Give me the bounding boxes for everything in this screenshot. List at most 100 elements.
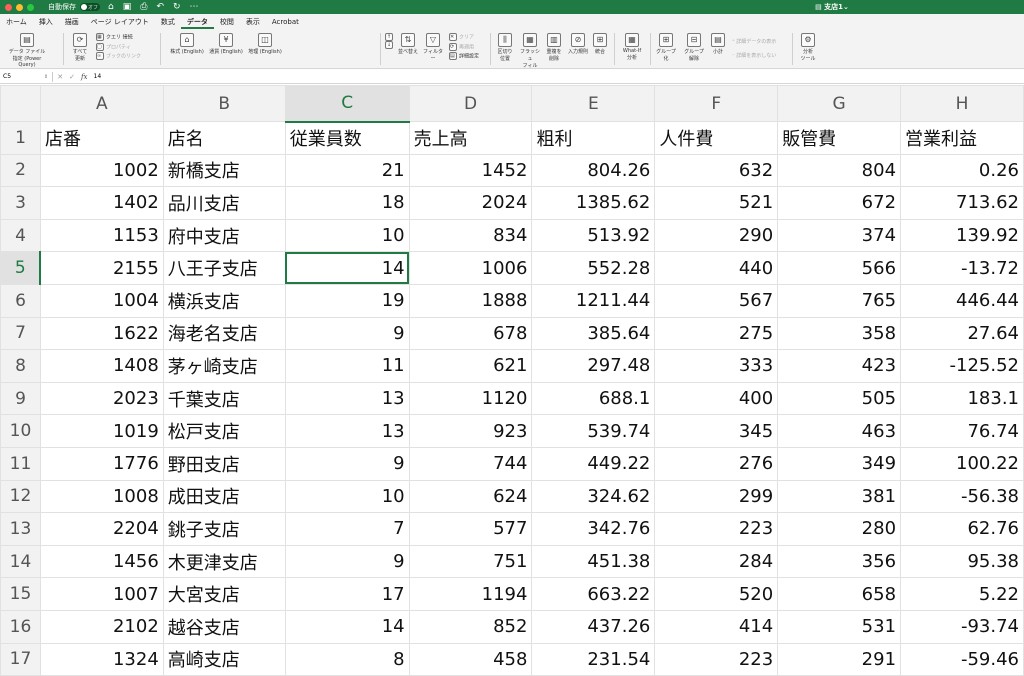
cell-g16[interactable]: 531 [777, 609, 902, 644]
autosave-toggle[interactable]: オフ [80, 3, 100, 11]
cell-e10[interactable]: 539.74 [531, 414, 656, 448]
cell-e9[interactable]: 688.1 [531, 381, 656, 416]
column-header-g[interactable]: G [777, 85, 902, 122]
group-button[interactable]: ⊞ グループ 化 [654, 33, 678, 62]
column-header-h[interactable]: H [900, 85, 1024, 122]
cell-a14[interactable]: 1456 [39, 544, 164, 579]
cell-g3[interactable]: 672 [777, 186, 902, 220]
hide-detail-button[interactable]: ⁻ 詳細を表示しない [732, 49, 776, 63]
cell-f7[interactable]: 275 [654, 316, 779, 351]
analysis-tools-button[interactable]: ⚙ 分析 ツール [798, 33, 818, 62]
cell-c12[interactable]: 10 [284, 479, 410, 514]
column-header-e[interactable]: E [531, 85, 656, 122]
select-all-corner[interactable] [0, 85, 41, 122]
sort-az-button[interactable]: ↑ ↓ [384, 33, 396, 49]
cell-f13[interactable]: 223 [654, 512, 779, 546]
column-header-b[interactable]: B [162, 85, 286, 122]
cell-d11[interactable]: 744 [408, 446, 533, 481]
cell-c11[interactable]: 9 [284, 446, 410, 481]
cell-d17[interactable]: 458 [408, 642, 533, 676]
cell-g6[interactable]: 765 [777, 283, 902, 318]
cell-f2[interactable]: 632 [654, 153, 779, 188]
ungroup-button[interactable]: ⊟ グループ 解除 [682, 33, 706, 62]
queries-connections-button[interactable]: ▦ クエリ 接続 [96, 33, 141, 43]
cell-d4[interactable]: 834 [408, 218, 533, 253]
cell-b9[interactable]: 千葉支店 [162, 381, 286, 416]
cell-c17[interactable]: 8 [284, 642, 410, 676]
currencies-button[interactable]: ¥ 通貨 (English) [208, 33, 244, 55]
cell-h17[interactable]: -59.46 [900, 642, 1024, 676]
cell-e4[interactable]: 513.92 [531, 218, 656, 253]
home-icon[interactable]: ⌂ [108, 2, 114, 12]
cell-h3[interactable]: 713.62 [900, 186, 1024, 220]
advanced-filter-button[interactable]: ▤ 詳細設定 [449, 52, 479, 62]
edit-links-button[interactable]: ∞ ブックのリンク [96, 52, 141, 62]
cell-e13[interactable]: 342.76 [531, 512, 656, 546]
cell-h5[interactable]: -13.72 [900, 251, 1024, 285]
cancel-icon[interactable]: ✕ [57, 73, 63, 81]
cell-h12[interactable]: -56.38 [900, 479, 1024, 514]
cell-g12[interactable]: 381 [777, 479, 902, 514]
cell-g13[interactable]: 280 [777, 512, 902, 546]
cell-b14[interactable]: 木更津支店 [162, 544, 286, 579]
cell-f14[interactable]: 284 [654, 544, 779, 579]
cell-e1[interactable]: 粗利 [531, 121, 656, 155]
cell-a8[interactable]: 1408 [39, 349, 164, 383]
cell-h10[interactable]: 76.74 [900, 414, 1024, 448]
row-header[interactable]: 7 [0, 316, 41, 351]
cell-f10[interactable]: 345 [654, 414, 779, 448]
row-header[interactable]: 2 [0, 153, 41, 188]
cell-b16[interactable]: 越谷支店 [162, 609, 286, 644]
formula-input[interactable]: 14 [94, 73, 102, 80]
column-header-d[interactable]: D [408, 85, 533, 122]
cell-e3[interactable]: 1385.62 [531, 186, 656, 220]
cell-g17[interactable]: 291 [777, 642, 902, 676]
tab-2[interactable]: 描画 [59, 15, 85, 29]
cell-e12[interactable]: 324.62 [531, 479, 656, 514]
cell-d2[interactable]: 1452 [408, 153, 533, 188]
cell-e8[interactable]: 297.48 [531, 349, 656, 383]
cell-d12[interactable]: 624 [408, 479, 533, 514]
tab-1[interactable]: 挿入 [33, 15, 59, 29]
cell-c3[interactable]: 18 [284, 186, 410, 220]
cell-b11[interactable]: 野田支店 [162, 446, 286, 481]
row-header[interactable]: 13 [0, 512, 41, 546]
cell-d13[interactable]: 577 [408, 512, 533, 546]
cell-a17[interactable]: 1324 [39, 642, 164, 676]
cell-b6[interactable]: 横浜支店 [162, 283, 286, 318]
cell-f15[interactable]: 520 [654, 577, 779, 611]
cell-c16[interactable]: 14 [284, 609, 410, 644]
cell-c10[interactable]: 13 [284, 414, 410, 448]
column-header-f[interactable]: F [654, 85, 779, 122]
cell-g1[interactable]: 販管費 [777, 121, 902, 155]
tab-5[interactable]: データ [180, 15, 214, 29]
cell-a2[interactable]: 1002 [39, 153, 164, 188]
cell-d14[interactable]: 751 [408, 544, 533, 579]
cell-d3[interactable]: 2024 [408, 186, 533, 220]
cell-e7[interactable]: 385.64 [531, 316, 656, 351]
cell-f1[interactable]: 人件費 [654, 121, 779, 155]
row-header[interactable]: 10 [0, 414, 41, 448]
cell-d1[interactable]: 売上高 [408, 121, 533, 155]
cell-h15[interactable]: 5.22 [900, 577, 1024, 611]
cell-e6[interactable]: 1211.44 [531, 283, 656, 318]
cell-a12[interactable]: 1008 [39, 479, 164, 514]
stocks-button[interactable]: ⌂ 株式 (English) [170, 33, 204, 55]
cell-g4[interactable]: 374 [777, 218, 902, 253]
remove-duplicates-button[interactable]: ▥ 重複を 削除 [544, 33, 564, 62]
cell-f17[interactable]: 223 [654, 642, 779, 676]
show-detail-button[interactable]: ⁺ 詳細データの表示 [732, 35, 776, 49]
cell-f11[interactable]: 276 [654, 446, 779, 481]
cell-c5[interactable]: 14 [284, 251, 410, 285]
tab-3[interactable]: ページ レイアウト [85, 15, 155, 29]
cell-h7[interactable]: 27.64 [900, 316, 1024, 351]
cell-b4[interactable]: 府中支店 [162, 218, 286, 253]
cell-g11[interactable]: 349 [777, 446, 902, 481]
cell-f4[interactable]: 290 [654, 218, 779, 253]
consolidate-button[interactable]: ⊞ 統合 [592, 33, 608, 55]
cell-d16[interactable]: 852 [408, 609, 533, 644]
row-header[interactable]: 17 [0, 642, 41, 676]
cell-f9[interactable]: 400 [654, 381, 779, 416]
what-if-button[interactable]: ▦ What-If 分析 [620, 33, 644, 61]
row-header[interactable]: 6 [0, 283, 41, 318]
